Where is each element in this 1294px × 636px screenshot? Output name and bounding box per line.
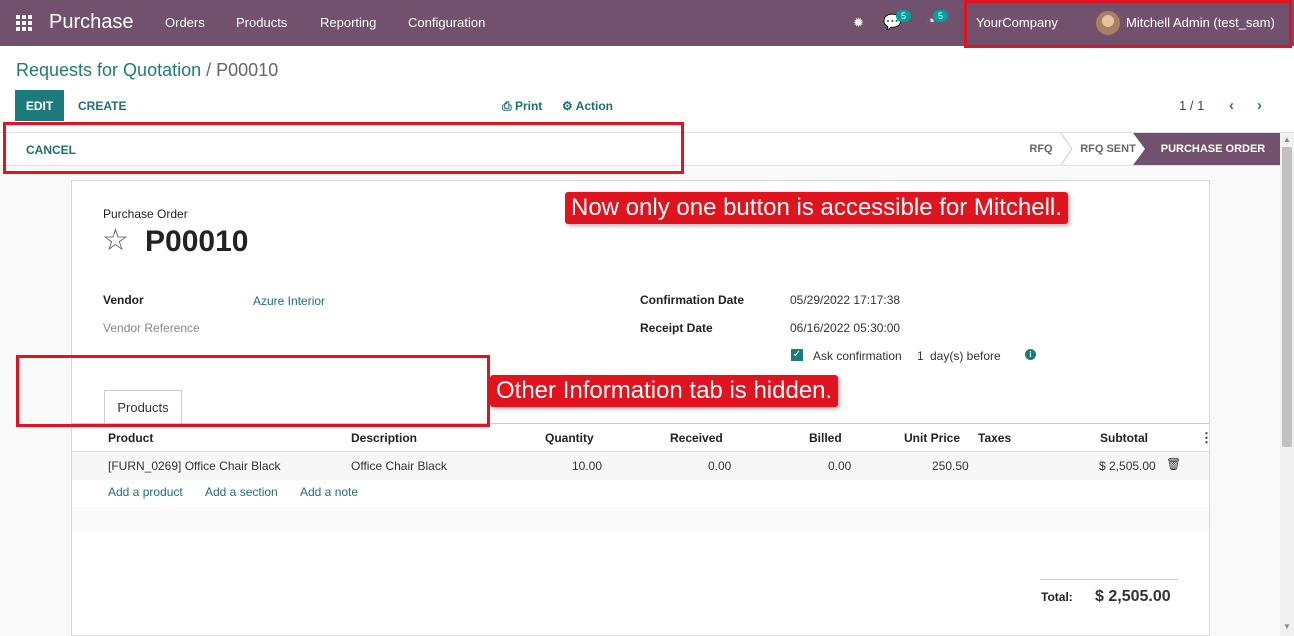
cell-unit-price[interactable]: 250.50 [932,459,969,473]
form-title-label: Purchase Order [103,207,188,221]
total-divider [1040,579,1178,580]
optional-columns-kebab-icon[interactable]: ⋮ [1200,430,1213,446]
cell-received[interactable]: 0.00 [708,459,731,473]
col-header-taxes[interactable]: Taxes [978,431,1011,445]
create-button[interactable]: CREATE [78,99,126,113]
highlight-tabs-box [16,355,490,427]
page-scrollbar[interactable]: ▲ ▼ [1280,133,1294,636]
add-note-link[interactable]: Add a note [300,485,358,499]
ask-confirmation-checkbox[interactable]: ✓ [791,349,803,361]
col-header-quantity[interactable]: Quantity [545,431,594,445]
activities-count-badge: 5 [933,10,949,22]
menu-reporting[interactable]: Reporting [320,15,376,30]
stage-arrow-icon [1133,133,1146,165]
cell-subtotal: $ 2,505.00 [1099,459,1156,473]
info-icon[interactable]: i [1025,349,1036,360]
confirmation-date-value[interactable]: 05/29/2022 17:17:38 [790,293,900,307]
trash-icon[interactable]: 🗑 [1166,457,1181,471]
breadcrumb-separator: / [206,60,212,80]
gear-icon: ⚙ [562,99,573,113]
ask-confirmation-suffix: day(s) before [930,349,1001,363]
breadcrumb-current: P00010 [216,60,279,80]
header-divider [72,451,1209,452]
cell-description[interactable]: Office Chair Black [351,459,447,473]
print-label: Print [514,99,543,113]
apps-menu-icon[interactable] [16,15,32,31]
star-icon[interactable]: ☆ [102,223,129,258]
menu-products[interactable]: Products [236,15,287,30]
stage-separator-icon [1060,133,1073,165]
col-header-unit-price[interactable]: Unit Price [904,431,960,445]
control-panel: Requests for Quotation / P00010 EDIT CRE… [0,46,1294,132]
po-name: P00010 [145,225,249,258]
ask-confirmation-days[interactable]: 1 [917,349,924,363]
pager-next-icon[interactable]: › [1257,97,1262,114]
col-header-description[interactable]: Description [351,431,417,445]
scroll-down-icon[interactable]: ▼ [1283,622,1291,631]
app-title[interactable]: Purchase [49,11,134,34]
scroll-up-icon[interactable]: ▲ [1283,135,1291,144]
vendor-link[interactable]: Azure Interior [253,294,325,308]
vendor-reference-label: Vendor Reference [103,321,200,335]
total-label: Total: [1041,590,1073,604]
cell-quantity[interactable]: 10.00 [572,459,602,473]
highlight-user-box [964,0,1292,48]
edit-button[interactable]: EDIT [15,90,64,121]
ask-confirmation-label: Ask confirmation [813,349,902,363]
scroll-thumb[interactable] [1282,147,1292,447]
action-button[interactable]: ⚙ Action [562,99,613,113]
add-section-link[interactable]: Add a section [205,485,278,499]
vendor-label: Vendor [103,293,144,307]
receipt-date-value[interactable]: 06/16/2022 05:30:00 [790,321,900,335]
total-value: $ 2,505.00 [1095,588,1171,605]
cell-product[interactable]: [FURN_0269] Office Chair Black [108,459,281,473]
menu-orders[interactable]: Orders [165,15,205,30]
confirmation-date-label: Confirmation Date [640,293,745,307]
pager-value: 1 / 1 [1179,98,1205,113]
pager-previous-icon[interactable]: ‹ [1229,97,1234,114]
messages-count-badge: 5 [896,10,912,22]
col-header-received[interactable]: Received [670,431,723,445]
cell-billed: 0.00 [828,459,852,473]
breadcrumb-parent[interactable]: Requests for Quotation [16,60,201,80]
print-button[interactable]: ⎙ Print [502,99,542,114]
action-label: Action [575,99,613,113]
stage-rfq[interactable]: RFQ [1016,133,1066,165]
col-header-subtotal[interactable]: Subtotal [1100,431,1148,445]
col-header-product[interactable]: Product [108,431,153,445]
highlight-cancel-box [3,122,684,174]
callout-tab: Other Information tab is hidden. [490,375,839,407]
add-product-link[interactable]: Add a product [108,485,183,499]
empty-list-row [72,507,1209,531]
breadcrumb: Requests for Quotation / P00010 [16,60,278,81]
receipt-date-label: Receipt Date [640,321,713,335]
print-icon: ⎙ [502,99,512,113]
callout-buttons: Now only one button is accessible for Mi… [565,192,1068,224]
vendor-reference-field[interactable] [253,317,553,337]
col-header-billed[interactable]: Billed [809,431,842,445]
debug-bug-icon[interactable]: ✹ [853,15,864,31]
stage-purchase-order[interactable]: PURCHASE ORDER [1146,133,1280,165]
menu-configuration[interactable]: Configuration [408,15,485,30]
